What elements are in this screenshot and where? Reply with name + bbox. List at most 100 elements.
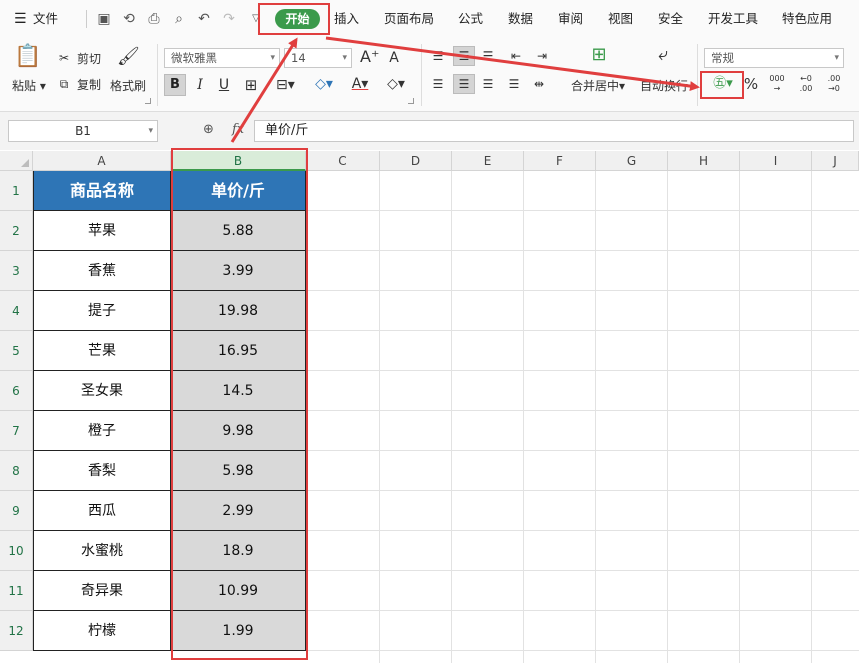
distribute-icon[interactable]: ⇹ bbox=[530, 75, 548, 93]
formula-input[interactable]: 单价/斤 bbox=[254, 120, 854, 142]
print-icon[interactable]: ⎙ bbox=[145, 11, 163, 27]
product-name-cell[interactable]: 西瓜 bbox=[33, 491, 171, 531]
row-header-4[interactable]: 4 bbox=[0, 291, 33, 331]
product-name-cell[interactable]: 水蜜桃 bbox=[33, 531, 171, 571]
tab-review[interactable]: 审阅 bbox=[558, 0, 583, 38]
tab-page-layout[interactable]: 页面布局 bbox=[384, 0, 434, 38]
merge-icon[interactable]: ⊟▾ bbox=[276, 76, 295, 94]
gridline bbox=[595, 171, 596, 663]
font-name-select[interactable]: 微软雅黑 ▾ bbox=[164, 48, 280, 68]
paste-icon[interactable]: 📋 bbox=[14, 46, 41, 72]
zoom-icon[interactable]: ⊕ bbox=[203, 122, 214, 137]
column-header-c[interactable]: C bbox=[306, 151, 380, 171]
dialog-launcher-icon[interactable] bbox=[408, 98, 414, 104]
row-header-1[interactable]: 1 bbox=[0, 171, 33, 211]
file-menu[interactable]: ☰ 文件 bbox=[14, 0, 58, 38]
product-name-cell[interactable]: 橙子 bbox=[33, 411, 171, 451]
menu-bar: ☰ 文件 ▣ ⟲ ⎙ ⌕ ↶ ↷ ▽ 开始 插入 页面布局 公式 数据 审阅 视图… bbox=[0, 0, 859, 38]
tab-data[interactable]: 数据 bbox=[508, 0, 533, 38]
paste-button[interactable]: 粘贴 ▾ bbox=[12, 78, 46, 94]
redo-icon[interactable]: ↷ bbox=[220, 11, 238, 27]
indent-decrease-icon[interactable]: ⇤ bbox=[508, 47, 524, 65]
row-header-11[interactable]: 11 bbox=[0, 571, 33, 611]
undo-icon[interactable]: ↶ bbox=[195, 11, 213, 27]
align-middle-icon[interactable]: ☰ bbox=[456, 47, 472, 65]
row-header-12[interactable]: 12 bbox=[0, 611, 33, 651]
column-header-f[interactable]: F bbox=[524, 151, 596, 171]
justify-icon[interactable]: ☰ bbox=[506, 75, 522, 93]
header-cell-product[interactable]: 商品名称 bbox=[33, 171, 171, 211]
eraser-icon[interactable]: ◇▾ bbox=[386, 75, 406, 93]
format-painter-icon[interactable]: 🖌 bbox=[117, 48, 140, 66]
align-bottom-icon[interactable]: ☰ bbox=[480, 47, 496, 65]
align-center-icon[interactable]: ☰ bbox=[456, 75, 472, 93]
row-header-6[interactable]: 6 bbox=[0, 371, 33, 411]
align-right-icon[interactable]: ☰ bbox=[480, 75, 496, 93]
underline-button[interactable]: U bbox=[216, 76, 232, 94]
increase-decimal-button[interactable]: ←0.00 bbox=[794, 74, 818, 94]
tab-formulas[interactable]: 公式 bbox=[458, 0, 483, 38]
align-left-icon[interactable]: ☰ bbox=[430, 75, 446, 93]
decrease-font-icon[interactable]: A bbox=[386, 49, 402, 67]
product-name-cell[interactable]: 奇异果 bbox=[33, 571, 171, 611]
product-name-cell[interactable]: 苹果 bbox=[33, 211, 171, 251]
product-name-cell[interactable]: 圣女果 bbox=[33, 371, 171, 411]
tab-developer[interactable]: 开发工具 bbox=[708, 0, 758, 38]
copy-button[interactable]: 复制 bbox=[77, 77, 101, 93]
column-header-j[interactable]: J bbox=[812, 151, 859, 171]
wrap-text-icon[interactable]: ⤶ bbox=[651, 46, 675, 64]
indent-increase-icon[interactable]: ⇥ bbox=[534, 47, 550, 65]
fx-icon[interactable]: fx bbox=[232, 122, 244, 137]
format-painter-button[interactable]: 格式刷 bbox=[110, 78, 146, 94]
column-header-g[interactable]: G bbox=[596, 151, 668, 171]
copy-icon[interactable]: ⧉ bbox=[56, 75, 72, 93]
row-header-7[interactable]: 7 bbox=[0, 411, 33, 451]
merge-center-icon[interactable]: ⊞ bbox=[587, 46, 611, 64]
dialog-launcher-icon[interactable] bbox=[145, 98, 151, 104]
product-name-cell[interactable]: 柠檬 bbox=[33, 611, 171, 651]
align-top-icon[interactable]: ☰ bbox=[430, 47, 446, 65]
cut-button[interactable]: 剪切 bbox=[77, 51, 101, 67]
column-header-h[interactable]: H bbox=[668, 151, 740, 171]
tab-insert[interactable]: 插入 bbox=[334, 0, 359, 38]
borders-icon[interactable]: ⊞ bbox=[242, 76, 260, 94]
cloud-sync-icon[interactable]: ⟲ bbox=[120, 11, 138, 27]
fill-color-icon[interactable]: ◇▾ bbox=[314, 75, 334, 93]
tab-special[interactable]: 特色应用 bbox=[782, 0, 832, 38]
increase-font-icon[interactable]: A⁺ bbox=[360, 48, 379, 66]
scissors-icon[interactable]: ✂ bbox=[56, 49, 72, 67]
column-header-e[interactable]: E bbox=[452, 151, 524, 171]
product-name-cell[interactable]: 提子 bbox=[33, 291, 171, 331]
product-name-cell[interactable]: 芒果 bbox=[33, 331, 171, 371]
percent-button[interactable]: % bbox=[742, 75, 760, 93]
row-header-10[interactable]: 10 bbox=[0, 531, 33, 571]
tab-security[interactable]: 安全 bbox=[658, 0, 683, 38]
bold-button[interactable]: B bbox=[164, 74, 186, 96]
column-header-a[interactable]: A bbox=[33, 151, 171, 171]
save-icon[interactable]: ▣ bbox=[95, 11, 113, 27]
gridline bbox=[306, 290, 859, 291]
wrap-text-button[interactable]: 自动换行 bbox=[640, 78, 688, 94]
font-color-icon[interactable]: A▾ bbox=[350, 75, 370, 93]
column-header-d[interactable]: D bbox=[380, 151, 452, 171]
sheet-grid[interactable]: A B C D E F G H I J 1 2 3 4 5 6 7 8 9 10 11 12 商品名称 单价/斤 苹果 5.88 香… bbox=[0, 151, 859, 663]
merge-center-button[interactable]: 合并居中▾ bbox=[571, 78, 625, 94]
row-header-8[interactable]: 8 bbox=[0, 451, 33, 491]
product-name-cell[interactable]: 香梨 bbox=[33, 451, 171, 491]
font-size-select[interactable]: 14 ▾ bbox=[284, 48, 352, 68]
decrease-decimal-button[interactable]: .00 →0 bbox=[822, 74, 846, 94]
row-header-3[interactable]: 3 bbox=[0, 251, 33, 291]
print-preview-icon[interactable]: ⌕ bbox=[170, 11, 188, 27]
divider bbox=[421, 44, 422, 106]
column-header-i[interactable]: I bbox=[740, 151, 812, 171]
select-all-corner[interactable] bbox=[0, 151, 33, 171]
number-format-select[interactable]: 常规 ▾ bbox=[704, 48, 844, 68]
thousands-separator-button[interactable]: 000 → bbox=[766, 74, 788, 94]
product-name-cell[interactable]: 香蕉 bbox=[33, 251, 171, 291]
row-header-5[interactable]: 5 bbox=[0, 331, 33, 371]
row-header-2[interactable]: 2 bbox=[0, 211, 33, 251]
italic-button[interactable]: I bbox=[192, 76, 208, 94]
name-box[interactable]: B1 ▾ bbox=[8, 120, 158, 142]
tab-view[interactable]: 视图 bbox=[608, 0, 633, 38]
row-header-9[interactable]: 9 bbox=[0, 491, 33, 531]
